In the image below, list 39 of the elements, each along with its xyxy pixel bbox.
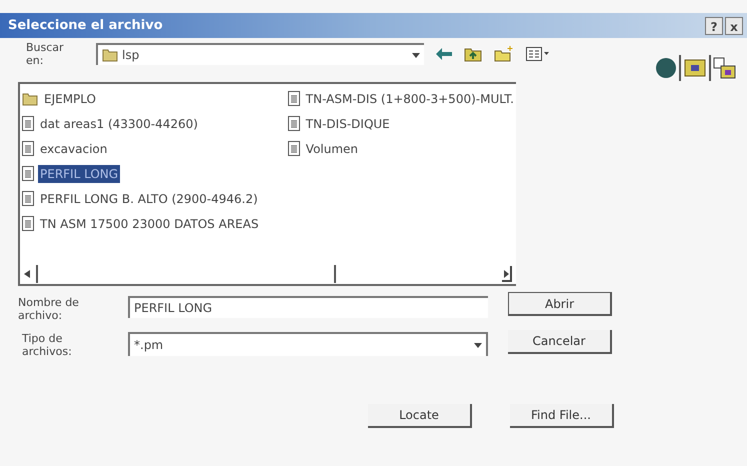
view-menu-icon[interactable] [526, 47, 550, 61]
scroll-right-icon[interactable] [502, 266, 512, 282]
file-name-label: Nombre de archivo: [18, 296, 80, 322]
up-folder-icon[interactable] [464, 46, 482, 62]
close-button[interactable]: x [725, 16, 743, 34]
dropdown-arrow-icon [474, 342, 482, 348]
dialog-button[interactable]: Cancelar [508, 330, 612, 354]
document-icon [288, 91, 300, 106]
dialog-button[interactable]: Abrir [508, 292, 612, 316]
window-title: Seleccione el archivo [8, 16, 163, 35]
file-type-label: Tipo de archivos: [21, 332, 73, 358]
look-in-label: Buscar en: [26, 41, 65, 67]
dialog-button[interactable]: Find File... [510, 404, 614, 428]
file-item[interactable]: EJEMPLO [42, 90, 98, 108]
look-in-dropdown[interactable]: lsp [96, 43, 424, 65]
file-item[interactable]: TN-ASM-DIS (1+800-3+500)-MULT. [304, 90, 516, 108]
file-item[interactable]: TN-DIS-DIQUE [304, 114, 392, 132]
document-icon [22, 141, 34, 156]
document-icon [22, 116, 34, 131]
file-type-dropdown[interactable]: *.pm [128, 332, 488, 356]
new-folder-icon[interactable] [494, 46, 514, 62]
file-name-field[interactable]: PERFIL LONG [128, 296, 488, 318]
dialog-button[interactable]: Locate [368, 404, 472, 428]
scrollbar-thumb[interactable] [36, 265, 336, 283]
document-icon [288, 141, 300, 156]
document-icon [288, 116, 300, 131]
back-arrow-icon[interactable] [436, 48, 452, 60]
document-icon [22, 216, 34, 231]
file-item[interactable]: excavacion [38, 140, 110, 158]
file-item[interactable]: PERFIL LONG B. ALTO (2900-4946.2) [38, 190, 260, 208]
document-icon [22, 191, 34, 206]
dropdown-arrow-icon [412, 52, 420, 58]
file-item[interactable]: Volumen [304, 140, 360, 158]
file-item[interactable]: TN ASM 17500 23000 DATOS AREAS [38, 214, 261, 232]
document-icon [22, 166, 34, 181]
scroll-left-icon[interactable] [24, 270, 30, 278]
file-item[interactable]: PERFIL LONG [38, 164, 120, 182]
help-button[interactable]: ? [705, 16, 723, 34]
file-item[interactable]: dat areas1 (43300-44260) [38, 114, 200, 132]
